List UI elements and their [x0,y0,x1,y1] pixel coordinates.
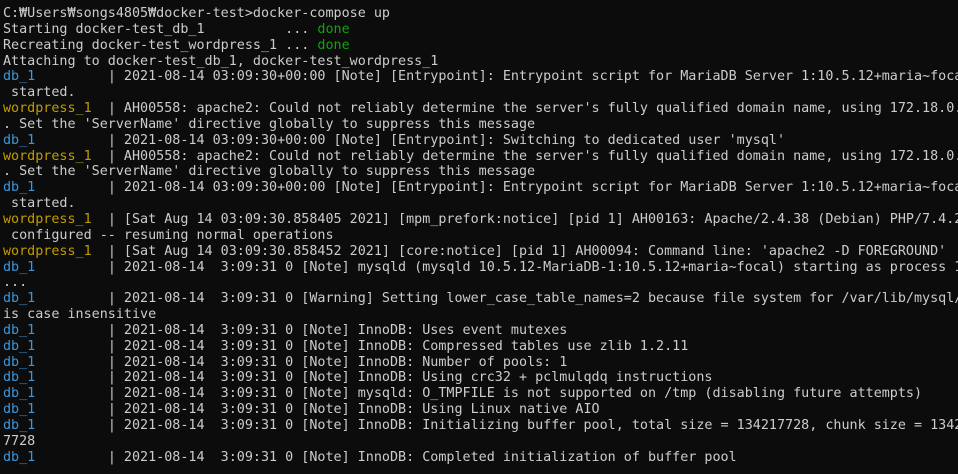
attaching-line: Attaching to docker-test_db_1, docker-te… [3,53,439,69]
service-name: wordpress_1 [3,211,92,227]
log-line: db_1 | 2021-08-14 3:09:31 0 [Note] InnoD… [3,370,958,386]
service-name: db_1 [3,370,36,386]
status-result: done [317,37,350,53]
log-continuation: configured -- resuming normal operations [3,227,334,243]
log-message: | [Sat Aug 14 03:09:30.858452 2021] [cor… [107,243,947,259]
service-padding [35,291,108,306]
service-name: wordpress_1 [3,243,92,259]
service-name: wordpress_1 [3,101,92,117]
log-line: db_1 | 2021-08-14 3:09:31 0 [Note] InnoD… [3,339,958,355]
log-message: | 2021-08-14 3:09:31 0 [Note] InnoDB: Us… [107,402,600,418]
log-continuation: ... [3,275,28,291]
service-padding [35,418,108,433]
service-padding [92,149,108,164]
service-name: wordpress_1 [3,148,92,164]
service-padding [92,244,108,259]
service-name: db_1 [3,402,36,418]
log-output: db_1 | 2021-08-14 03:09:30+00:00 [Note] … [3,69,958,465]
log-message: | AH00558: apache2: Could not reliably d… [107,101,958,117]
log-line: wordpress_1 | AH00558: apache2: Could no… [3,101,958,117]
service-padding [35,386,108,401]
log-message: | 2021-08-14 3:09:31 0 [Note] mysqld: O_… [107,386,923,402]
service-padding [35,402,108,417]
service-name: db_1 [3,338,36,354]
service-padding [35,355,108,370]
log-message: | 2021-08-14 3:09:31 0 [Note] InnoDB: Co… [107,338,689,354]
log-message: | [Sat Aug 14 03:09:30.858405 2021] [mpm… [107,211,958,227]
log-message: | 2021-08-14 03:09:30+00:00 [Note] [Entr… [107,132,786,148]
log-message: | 2021-08-14 3:09:31 0 [Note] InnoDB: Co… [107,449,737,465]
service-padding [35,260,108,275]
log-message: | 2021-08-14 3:09:31 0 [Note] mysqld (my… [107,259,958,275]
log-message: | 2021-08-14 3:09:31 0 [Note] InnoDB: Us… [107,322,568,338]
status-text: Recreating docker-test_wordpress_1 ... [3,37,318,53]
log-continuation: . Set the 'ServerName' directive globall… [3,164,536,180]
log-line: db_1 | 2021-08-14 03:09:30+00:00 [Note] … [3,180,958,196]
service-padding [35,323,108,338]
service-name: db_1 [3,69,36,85]
service-name: db_1 [3,180,36,196]
service-name: db_1 [3,449,36,465]
log-message: | 2021-08-14 3:09:31 0 [Note] InnoDB: In… [107,417,958,433]
service-padding [92,101,108,116]
log-message: | 2021-08-14 03:09:30+00:00 [Note] [Entr… [107,69,958,85]
status-text: Starting docker-test_db_1 ... [3,21,318,37]
log-line: wordpress_1 | [Sat Aug 14 03:09:30.85840… [3,212,958,228]
status-line: Starting docker-test_db_1 ... done [3,22,958,38]
status-line: Recreating docker-test_wordpress_1 ... d… [3,38,958,54]
log-message: | 2021-08-14 03:09:30+00:00 [Note] [Entr… [107,180,958,196]
log-continuation: 7728 [3,433,36,449]
log-continuation: is case insensitive [3,307,157,323]
log-continuation: started. [3,196,76,212]
log-line: db_1 | 2021-08-14 3:09:31 0 [Note] mysql… [3,386,958,402]
log-message: | 2021-08-14 3:09:31 0 [Warning] Setting… [107,291,958,307]
log-line: db_1 | 2021-08-14 3:09:31 0 [Note] InnoD… [3,418,958,434]
log-message: | 2021-08-14 3:09:31 0 [Note] InnoDB: Us… [107,370,713,386]
prompt-line: C:₩Users₩songs4805₩docker-test>docker-co… [3,6,390,21]
log-line: db_1 | 2021-08-14 3:09:31 0 [Note] InnoD… [3,323,958,339]
log-line: db_1 | 2021-08-14 03:09:30+00:00 [Note] … [3,133,958,149]
service-name: db_1 [3,417,36,433]
log-line: db_1 | 2021-08-14 3:09:31 0 [Note] mysql… [3,260,958,276]
service-padding [35,69,108,84]
log-line: wordpress_1 | [Sat Aug 14 03:09:30.85845… [3,244,958,260]
log-line: wordpress_1 | AH00558: apache2: Could no… [3,149,958,165]
service-name: db_1 [3,354,36,370]
service-padding [35,450,108,465]
service-name: db_1 [3,132,36,148]
status-result: done [317,21,350,37]
log-line: db_1 | 2021-08-14 3:09:31 0 [Note] InnoD… [3,450,958,466]
terminal-window[interactable]: C:₩Users₩songs4805₩docker-test>docker-co… [0,0,958,474]
service-name: db_1 [3,386,36,402]
service-padding [35,339,108,354]
service-padding [35,133,108,148]
log-line: db_1 | 2021-08-14 3:09:31 0 [Warning] Se… [3,291,958,307]
service-name: db_1 [3,322,36,338]
service-padding [35,180,108,195]
service-name: db_1 [3,259,36,275]
log-line: db_1 | 2021-08-14 3:09:31 0 [Note] InnoD… [3,355,958,371]
log-line: db_1 | 2021-08-14 03:09:30+00:00 [Note] … [3,69,958,85]
log-continuation: . Set the 'ServerName' directive globall… [3,116,536,132]
service-padding [35,370,108,385]
log-message: | AH00558: apache2: Could not reliably d… [107,148,958,164]
service-name: db_1 [3,291,36,307]
log-line: db_1 | 2021-08-14 3:09:31 0 [Note] InnoD… [3,402,958,418]
log-message: | 2021-08-14 3:09:31 0 [Note] InnoDB: Nu… [107,354,568,370]
log-continuation: started. [3,85,76,101]
service-padding [92,212,108,227]
